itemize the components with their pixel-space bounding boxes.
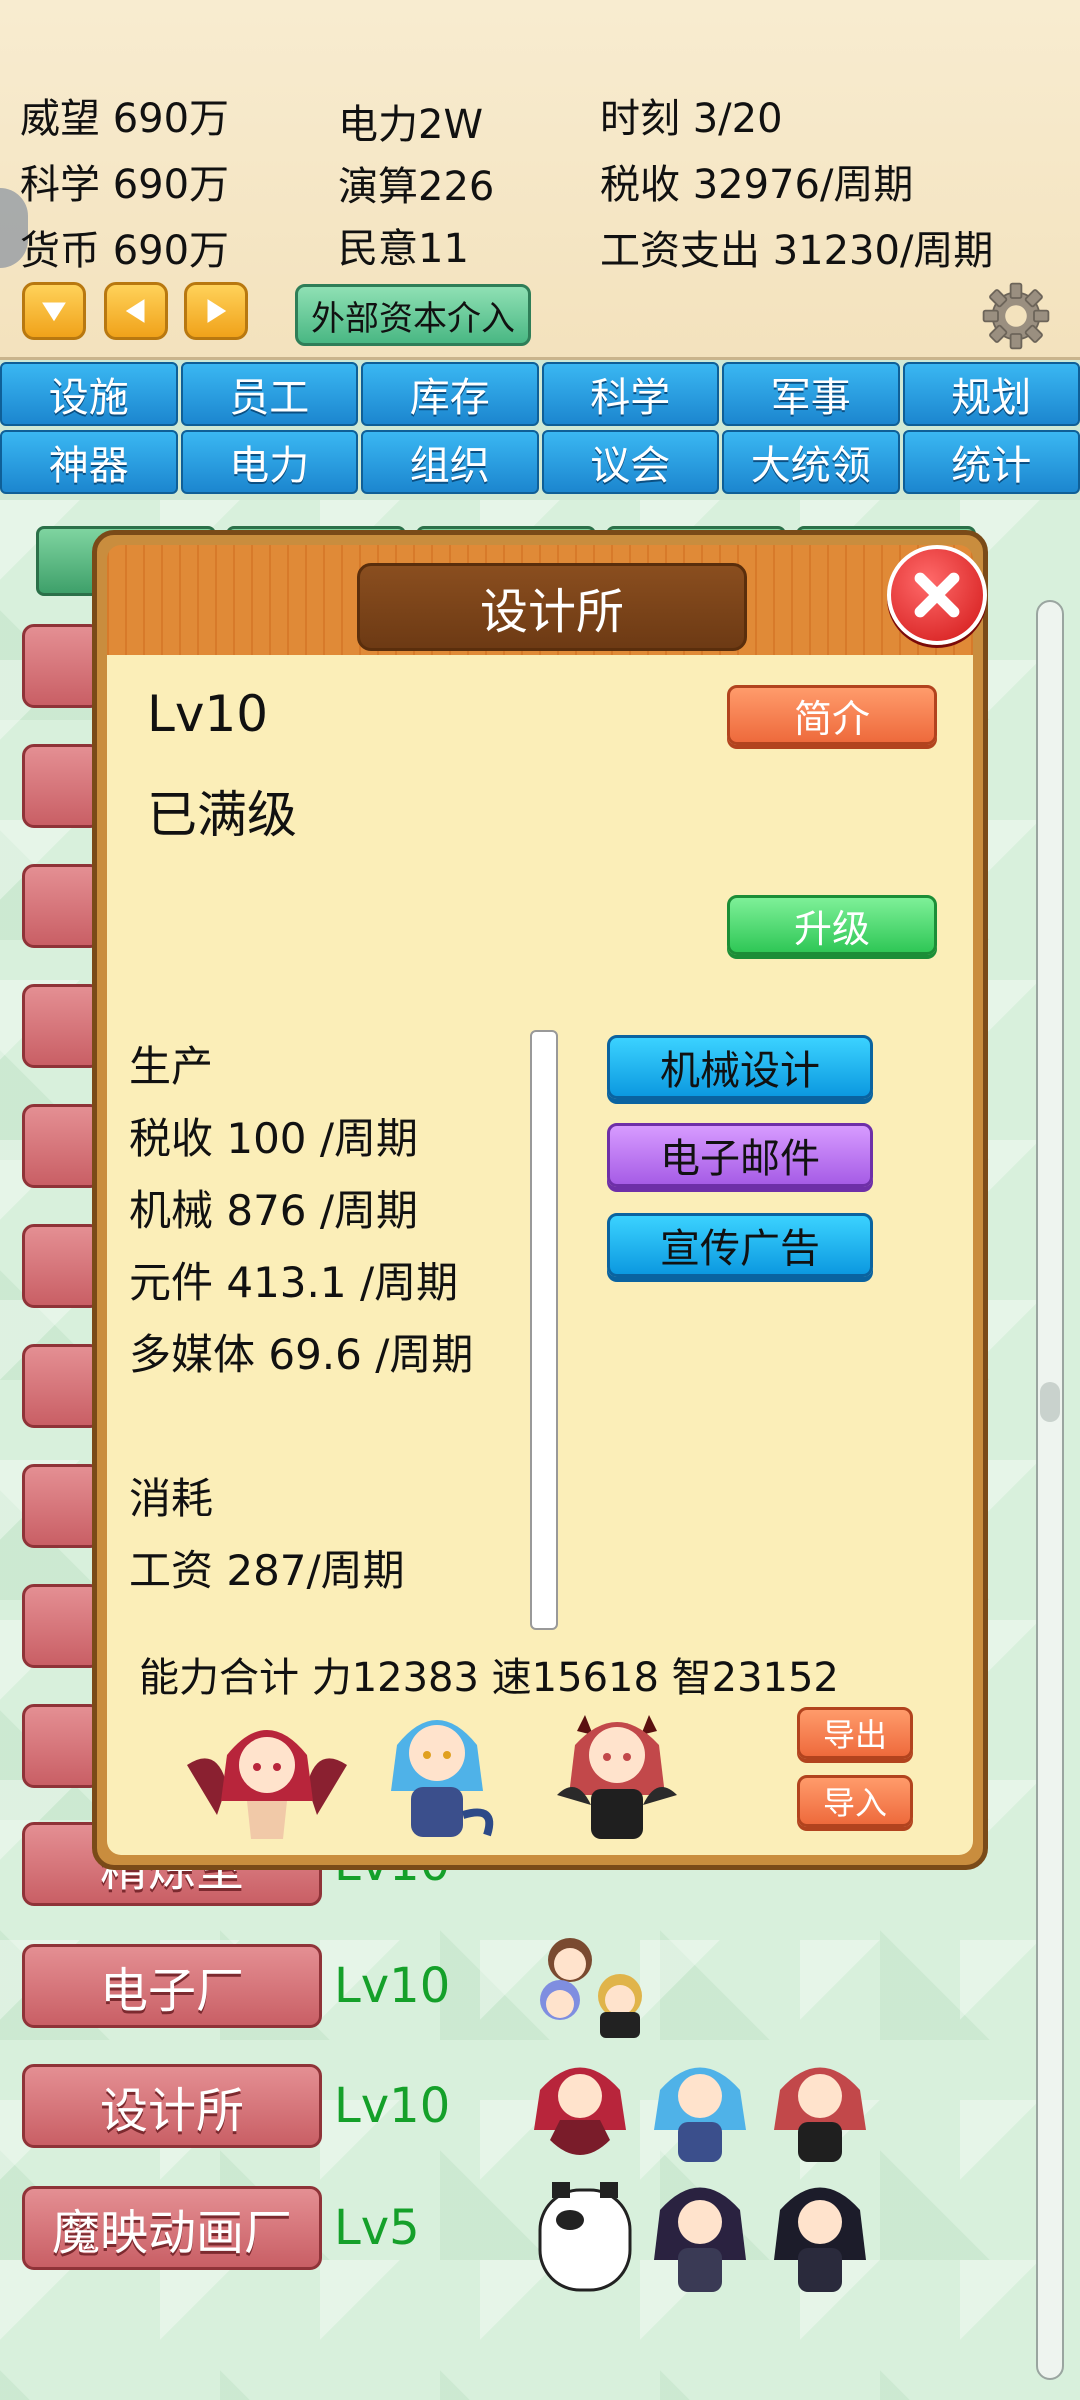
status-panel: 威望 690万 科学 690万 货币 690万 电力2W 演算226 民意11 … xyxy=(0,0,1080,360)
production-heading: 生产 xyxy=(129,1042,214,1091)
building-level: Lv10 xyxy=(334,2078,451,2134)
tab-planning[interactable]: 规划 xyxy=(902,362,1080,426)
gear-icon[interactable] xyxy=(980,280,1052,352)
staff-avatar-red-devil xyxy=(557,1715,677,1839)
tab-staff[interactable]: 员工 xyxy=(180,362,358,426)
tab-inventory[interactable]: 库存 xyxy=(361,362,539,426)
close-button[interactable] xyxy=(887,545,987,645)
main-tab-grid: 设施 员工 库存 科学 军事 规划 神器 电力 组织 议会 大统领 统计 xyxy=(0,362,1080,498)
staff-avatars-animation xyxy=(538,2182,866,2292)
tab-artifacts[interactable]: 神器 xyxy=(0,430,178,494)
external-capital-button[interactable]: 外部资本介入 xyxy=(295,284,531,346)
tab-military[interactable]: 军事 xyxy=(722,362,900,426)
email-button[interactable]: 电子邮件 xyxy=(607,1123,873,1187)
production-multimedia: 多媒体 69.6 /周期 xyxy=(129,1330,474,1379)
tab-parliament[interactable]: 议会 xyxy=(541,430,719,494)
wages-stat: 工资支出 31230/周期 xyxy=(600,228,994,274)
compute-stat: 演算226 xyxy=(338,164,495,210)
building-level: Lv10 xyxy=(334,1958,451,2014)
building-button[interactable] xyxy=(22,744,102,828)
tab-statistics[interactable]: 统计 xyxy=(902,430,1080,494)
tab-science[interactable]: 科学 xyxy=(541,362,719,426)
building-button[interactable] xyxy=(22,1104,102,1188)
staff-avatar-blue-dragon xyxy=(391,1720,494,1837)
import-button[interactable]: 导入 xyxy=(797,1775,913,1827)
production-scrollbar[interactable] xyxy=(530,1030,558,1630)
building-button[interactable] xyxy=(22,1704,102,1788)
export-button[interactable]: 导出 xyxy=(797,1707,913,1759)
list-scrollbar-thumb[interactable] xyxy=(1040,1382,1060,1422)
production-tax: 税收 100 /周期 xyxy=(129,1114,419,1163)
arrow-left-icon xyxy=(125,299,145,323)
arrow-down-icon xyxy=(42,302,66,322)
prestige-stat: 威望 690万 xyxy=(20,96,230,142)
mechanical-design-button[interactable]: 机械设计 xyxy=(607,1035,873,1099)
tab-organization[interactable]: 组织 xyxy=(361,430,539,494)
power-stat: 电力2W xyxy=(338,102,483,148)
tax-stat: 税收 32976/周期 xyxy=(600,162,914,208)
science-stat: 科学 690万 xyxy=(20,162,230,208)
time-stat: 时刻 3/20 xyxy=(600,96,783,142)
tab-facilities[interactable]: 设施 xyxy=(0,362,178,426)
building-button[interactable] xyxy=(22,1464,102,1548)
staff-avatars-electronics xyxy=(540,1938,642,2038)
staff-avatars-design xyxy=(534,2067,866,2162)
building-button[interactable] xyxy=(22,864,102,948)
building-button[interactable] xyxy=(22,624,102,708)
arrow-right-button[interactable] xyxy=(184,282,248,340)
building-button-design[interactable]: 设计所 xyxy=(22,2064,322,2148)
dialog-title: 设计所 xyxy=(357,563,747,651)
arrow-right-icon xyxy=(207,299,227,323)
building-button-animation[interactable]: 魔映动画厂 xyxy=(22,2186,322,2270)
consumption-wages: 工资 287/周期 xyxy=(129,1546,405,1595)
arrow-down-button[interactable] xyxy=(22,282,86,340)
arrow-left-button[interactable] xyxy=(104,282,168,340)
intro-button[interactable]: 简介 xyxy=(727,685,937,745)
consumption-heading: 消耗 xyxy=(129,1474,214,1523)
advertising-button[interactable]: 宣传广告 xyxy=(607,1213,873,1277)
building-button[interactable] xyxy=(22,1344,102,1428)
upgrade-button[interactable]: 升级 xyxy=(727,895,937,955)
max-level-text: 已满级 xyxy=(147,786,297,844)
building-button-electronics[interactable]: 电子厂 xyxy=(22,1944,322,2028)
close-icon xyxy=(914,572,960,618)
production-machinery: 机械 876 /周期 xyxy=(129,1186,419,1235)
building-button[interactable] xyxy=(22,1224,102,1308)
tab-president[interactable]: 大统领 xyxy=(722,430,900,494)
building-level-label: Lv10 xyxy=(147,685,269,743)
dialog-header: 设计所 xyxy=(107,545,987,655)
tab-power[interactable]: 电力 xyxy=(180,430,358,494)
building-button[interactable] xyxy=(22,1584,102,1668)
list-scrollbar[interactable] xyxy=(1036,600,1064,2380)
production-components: 元件 413.1 /周期 xyxy=(129,1258,459,1307)
building-level: Lv5 xyxy=(334,2200,420,2256)
building-button[interactable] xyxy=(22,984,102,1068)
staff-avatar-red-winged xyxy=(187,1730,347,1839)
currency-stat: 货币 690万 xyxy=(20,228,230,274)
public-opinion-stat: 民意11 xyxy=(338,226,469,272)
